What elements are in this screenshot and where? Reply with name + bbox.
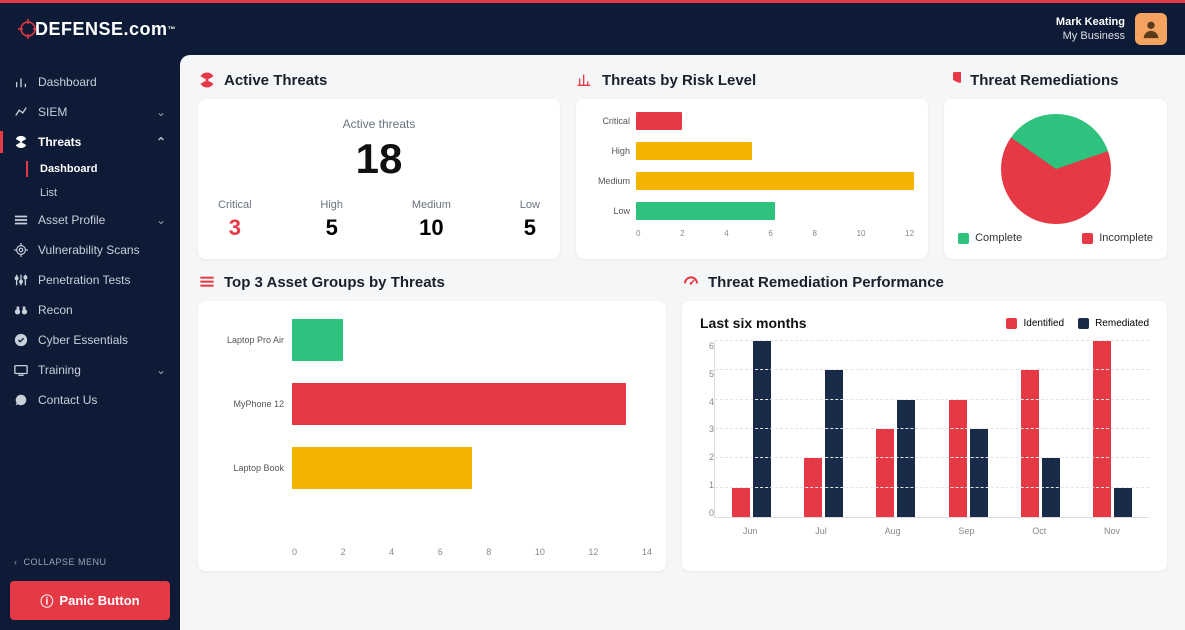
remediations-pie [1001, 114, 1111, 224]
threat-stat-high: High5 [320, 199, 343, 241]
perf-bar-remediated [825, 370, 843, 517]
active-threats-total: 18 [218, 135, 540, 183]
bar-chart-icon [576, 71, 594, 89]
brand-text-suf: .com [124, 19, 168, 40]
chart-icon [14, 105, 28, 119]
risk-bar-medium [636, 172, 914, 190]
binoculars-icon [14, 303, 28, 317]
app-header: DEFENSE.com™ Mark Keating My Business [0, 3, 1185, 55]
card-title-performance: Threat Remediation Performance [682, 273, 1167, 291]
chevron-down-icon: ⌄ [156, 213, 166, 227]
asset-groups-panel: Laptop Pro AirMyPhone 12Laptop Book02468… [198, 301, 666, 571]
user-business: My Business [1056, 29, 1125, 43]
avatar[interactable] [1135, 13, 1167, 45]
collapse-label: COLLAPSE MENU [24, 557, 107, 567]
risk-bar-low [636, 202, 775, 220]
card-title-risk-level: Threats by Risk Level [576, 71, 928, 89]
threat-stat-critical: Critical3 [218, 199, 252, 241]
performance-panel: Last six months IdentifiedRemediated 654… [682, 301, 1167, 571]
sidebar-item-dashboard[interactable]: Dashboard [0, 67, 180, 97]
legend-incomplete: Incomplete [1082, 232, 1153, 244]
sidebar-subitem-dashboard[interactable]: Dashboard [0, 157, 180, 181]
radiation-icon [198, 71, 216, 89]
risk-bar-high [636, 142, 752, 160]
perf-bar-remediated [1114, 488, 1132, 517]
sidebar-item-cyber-essentials[interactable]: Cyber Essentials [0, 325, 180, 355]
gauge-icon [682, 273, 700, 291]
brand-text-pre: DEFENSE [35, 19, 124, 40]
sidebar-item-penetration-tests[interactable]: Penetration Tests [0, 265, 180, 295]
sidebar-item-asset-profile[interactable]: Asset Profile⌄ [0, 205, 180, 235]
sliders-icon [14, 273, 28, 287]
chevron-up-icon: ⌃ [156, 135, 166, 149]
sidebar-item-threats[interactable]: Threats⌃ [0, 127, 180, 157]
brand-logo[interactable]: DEFENSE.com™ [18, 19, 176, 40]
sidebar-item-recon[interactable]: Recon [0, 295, 180, 325]
asset-bar [292, 447, 472, 489]
legend-remediated: Remediated [1078, 318, 1149, 329]
sidebar: DashboardSIEM⌄Threats⌃DashboardListAsset… [0, 55, 180, 630]
perf-bar-remediated [1042, 458, 1060, 517]
target-icon [14, 243, 28, 257]
perf-bar-identified [876, 429, 894, 517]
risk-level-panel: CriticalHighMediumLow024681012 [576, 99, 928, 259]
asset-bar [292, 319, 343, 361]
remediations-panel: Complete Incomplete [944, 99, 1167, 259]
user-name: Mark Keating [1056, 15, 1125, 29]
asset-bar [292, 383, 626, 425]
perf-bar-identified [1093, 341, 1111, 517]
chevron-down-icon: ⌄ [156, 105, 166, 119]
radiation-icon [14, 135, 28, 149]
legend-complete: Complete [958, 232, 1022, 244]
chat-icon [14, 393, 28, 407]
bar-icon [14, 75, 28, 89]
collapse-menu-button[interactable]: ‹ COLLAPSE MENU [0, 549, 180, 575]
active-threats-panel: Active threats 18 Critical3 High5 Medium10… [198, 99, 560, 259]
performance-subtitle: Last six months [700, 315, 807, 331]
active-threats-subtitle: Active threats [218, 117, 540, 131]
card-title-remediations: Threat Remediations [944, 71, 1167, 89]
card-title-asset-groups: Top 3 Asset Groups by Threats [198, 273, 666, 291]
pie-chart-icon [944, 71, 962, 89]
legend-identified: Identified [1006, 318, 1064, 329]
perf-bar-identified [1021, 370, 1039, 517]
perf-bar-identified [804, 458, 822, 517]
sidebar-subitem-list[interactable]: List [0, 181, 180, 205]
list-icon [14, 213, 28, 227]
perf-bar-identified [732, 488, 750, 517]
list-icon [198, 273, 216, 291]
risk-bar-critical [636, 112, 682, 130]
chevron-down-icon: ⌄ [156, 363, 166, 377]
info-icon: ⓘ [40, 591, 53, 610]
panic-button[interactable]: ⓘ Panic Button [10, 581, 170, 620]
sidebar-item-siem[interactable]: SIEM⌄ [0, 97, 180, 127]
sidebar-item-contact-us[interactable]: Contact Us [0, 385, 180, 415]
screen-icon [14, 363, 28, 377]
brand-tm: ™ [168, 25, 177, 34]
card-title-active-threats: Active Threats [198, 71, 560, 89]
check-icon [14, 333, 28, 347]
threat-stat-low: Low5 [520, 199, 540, 241]
panic-label: Panic Button [59, 593, 139, 608]
sidebar-item-training[interactable]: Training⌄ [0, 355, 180, 385]
threat-stat-medium: Medium10 [412, 199, 451, 241]
main-content: Active Threats Active threats 18 Critica… [180, 55, 1185, 630]
perf-bar-remediated [970, 429, 988, 517]
sidebar-item-vulnerability-scans[interactable]: Vulnerability Scans [0, 235, 180, 265]
user-menu[interactable]: Mark Keating My Business [1056, 13, 1167, 45]
perf-bar-remediated [753, 341, 771, 517]
chevron-left-icon: ‹ [14, 557, 18, 567]
